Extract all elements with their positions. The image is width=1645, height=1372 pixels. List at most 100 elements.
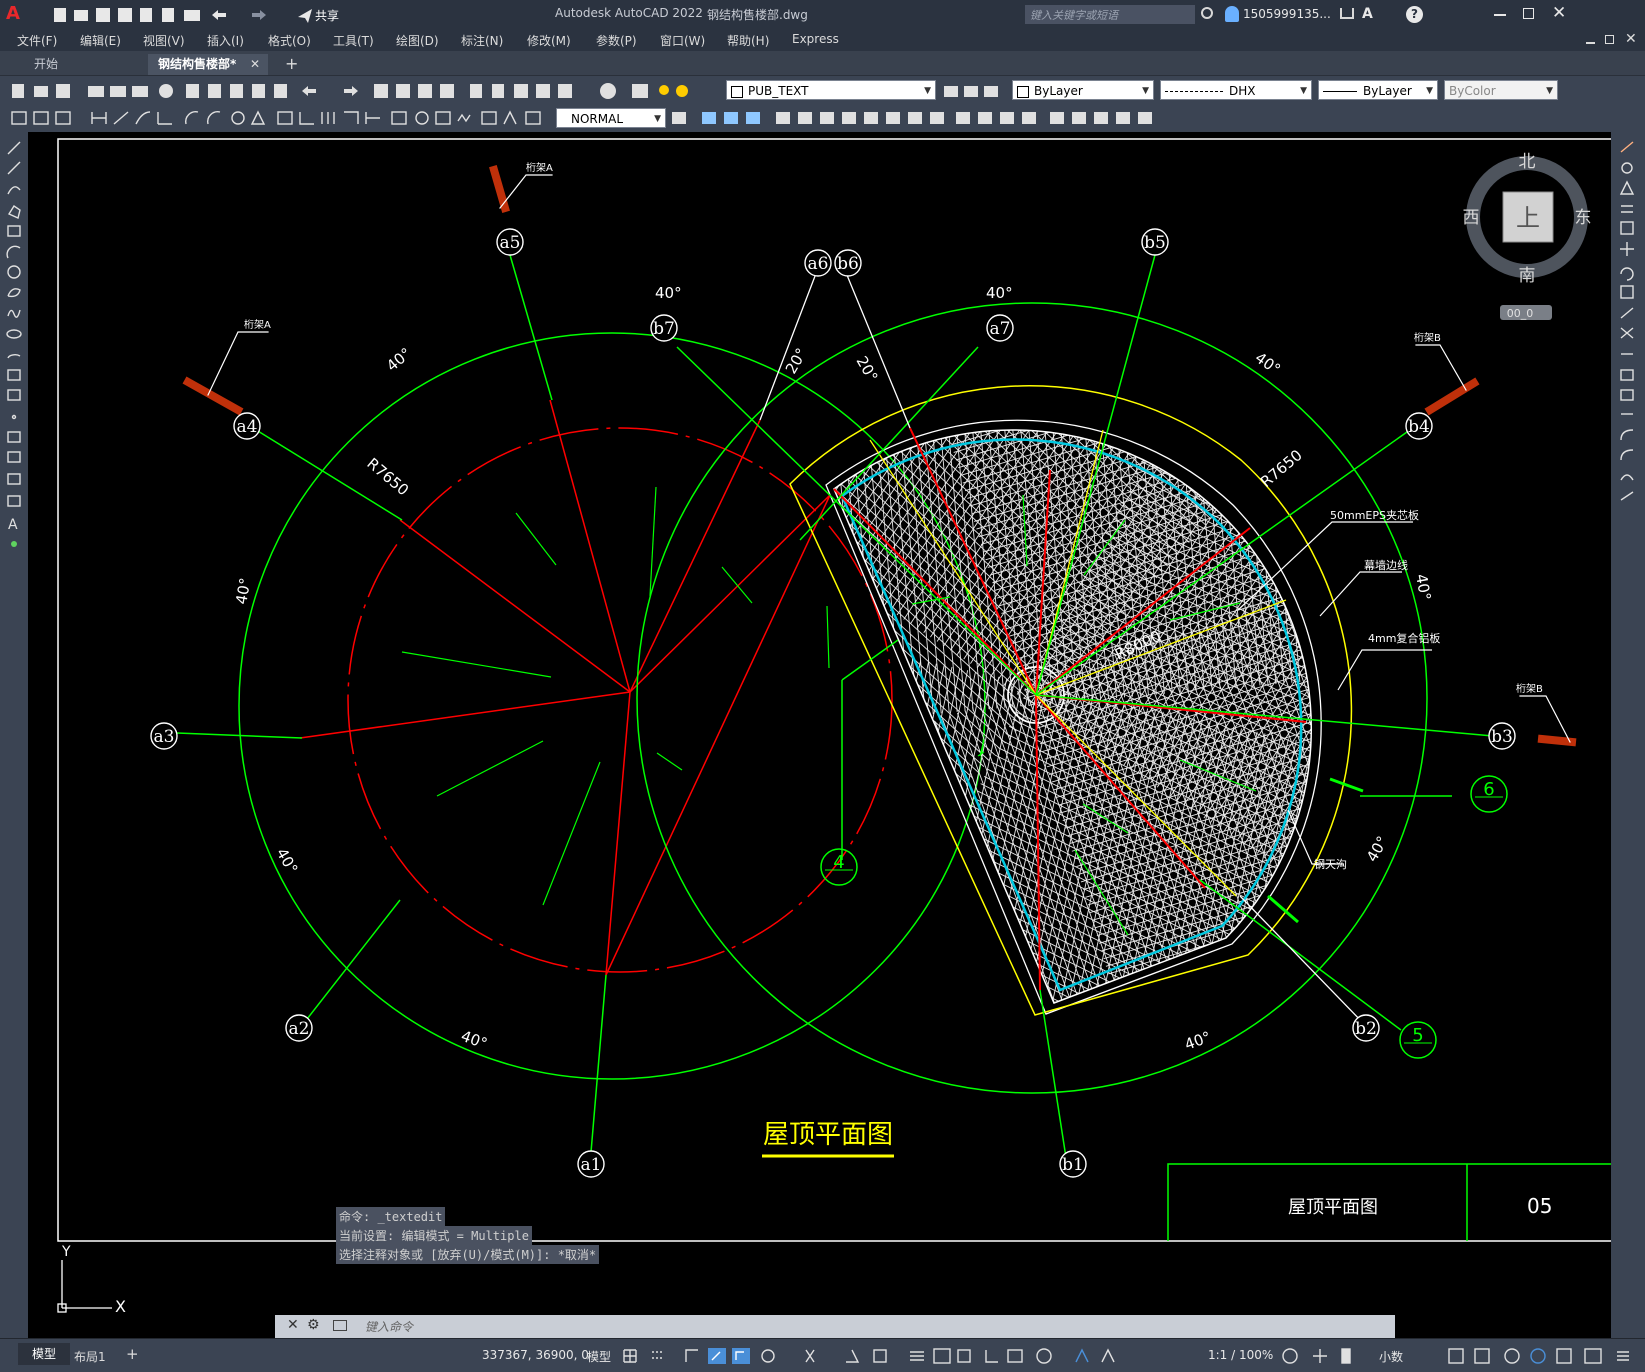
menu-help[interactable]: 帮助(H) xyxy=(727,32,769,49)
hatch-line xyxy=(887,969,1220,1004)
tab-model[interactable]: 模型 xyxy=(18,1343,70,1365)
drawing-svg[interactable]: 屋顶平面图 05 40° 40° 40° 40° 40° 40° 40° 40°… xyxy=(28,132,1611,1338)
menu-modify[interactable]: 修改(M) xyxy=(527,32,571,49)
customize-icon[interactable]: ⚙ xyxy=(307,1317,320,1333)
hatch-line xyxy=(834,764,942,1004)
standard-toolbar-icons[interactable] xyxy=(10,82,690,100)
modify-toolbar-icons[interactable] xyxy=(670,109,1160,127)
menu-view[interactable]: 视图(V) xyxy=(143,32,185,49)
coordinates-readout: 337367, 36900, 0 xyxy=(482,1348,589,1362)
minimize-button[interactable] xyxy=(1494,14,1506,16)
draw-toolbar-icons[interactable]: A xyxy=(0,132,28,582)
close-tab-icon[interactable]: ✕ xyxy=(250,54,260,75)
drawing-canvas[interactable]: 屋顶平面图 05 40° 40° 40° 40° 40° 40° 40° 40°… xyxy=(28,132,1611,1338)
command-input[interactable]: 键入命令 xyxy=(365,1318,413,1335)
auto-scale-icon xyxy=(1101,1348,1115,1363)
user-icon[interactable] xyxy=(1225,6,1239,22)
search-icon[interactable] xyxy=(1201,7,1213,19)
tab-layout1[interactable]: 布局1 xyxy=(74,1348,106,1365)
dimension-toolbar-icons[interactable] xyxy=(10,109,550,127)
quick-properties-icon xyxy=(1448,1348,1464,1364)
spline-icon xyxy=(7,309,21,318)
hatch-line xyxy=(844,753,972,1004)
hatch-line xyxy=(679,625,756,987)
space-toggle[interactable]: 模型 xyxy=(587,1348,611,1365)
help-icon[interactable]: ? xyxy=(1406,6,1423,23)
linetype-value: DHX xyxy=(1229,84,1256,98)
tab-start[interactable]: 开始 xyxy=(24,54,144,75)
autocad-logo-icon[interactable]: A xyxy=(6,3,32,25)
hatch-line xyxy=(958,429,1312,469)
tab-model-label: 模型 xyxy=(31,1347,56,1361)
layer-combo[interactable]: PUB_TEXT ▼ xyxy=(726,80,936,100)
viewcube[interactable] xyxy=(1466,156,1588,320)
axis-bubble-b2: b2 xyxy=(1352,1014,1380,1042)
menu-draw[interactable]: 绘图(D) xyxy=(396,32,439,49)
doc-restore-button[interactable] xyxy=(1605,35,1614,44)
hatch-line xyxy=(1024,584,1312,691)
tab-drawing[interactable]: 钢结构售楼部* ✕ xyxy=(148,54,268,75)
detail-marks: 4 5 6 xyxy=(820,775,1508,1059)
hatch-line xyxy=(686,364,718,733)
hatch-line xyxy=(938,294,1293,399)
workspace-tools[interactable] xyxy=(1280,1346,1360,1366)
textstyle-combo[interactable]: NORMAL ▼ xyxy=(556,108,666,128)
annotation-scale[interactable]: 1:1 / 100% xyxy=(1208,1348,1273,1362)
menu-parametric[interactable]: 参数(P) xyxy=(596,32,637,49)
autodesk-a360-icon[interactable]: A xyxy=(1362,6,1378,22)
lineweight-combo[interactable]: ByLayer ▼ xyxy=(1318,80,1438,100)
doc-close-button[interactable]: ✕ xyxy=(1625,31,1637,47)
cart-icon[interactable] xyxy=(1340,8,1354,19)
hatch-line xyxy=(834,640,871,891)
doc-minimize-button[interactable] xyxy=(1586,42,1595,44)
new-layout-button[interactable]: + xyxy=(126,1345,139,1363)
hatch-line xyxy=(797,354,829,723)
note-labels: 50mmEPS夹芯板 幕墙边线 4mm复合铝板 钢天沟 xyxy=(1314,508,1440,871)
hatch-line xyxy=(687,627,764,989)
menu-dimension[interactable]: 标注(N) xyxy=(461,32,503,49)
menu-tools[interactable]: 工具(T) xyxy=(333,32,374,49)
plot-icon xyxy=(184,10,200,21)
linetype-combo[interactable]: DHX ▼ xyxy=(1160,80,1312,100)
file-tabs: 开始 钢结构售楼部* ✕ + xyxy=(0,51,1645,75)
hatch-line xyxy=(976,688,1055,1004)
menu-express[interactable]: Express xyxy=(792,32,839,46)
maximize-button[interactable] xyxy=(1523,8,1534,19)
menu-edit[interactable]: 编辑(E) xyxy=(80,32,121,49)
axis-a6: a6 xyxy=(808,254,829,274)
transparency-icon xyxy=(873,1349,887,1363)
user-name[interactable]: 1505999135... xyxy=(1243,7,1331,21)
hatch-line xyxy=(834,569,936,821)
modify-side-icons[interactable] xyxy=(1611,132,1645,522)
layer-tools-icons[interactable] xyxy=(942,82,1002,100)
color-combo[interactable]: ByLayer ▼ xyxy=(1012,80,1154,100)
new-tab-button[interactable]: + xyxy=(285,54,298,73)
truss-a-label: 桁架A xyxy=(244,318,271,331)
angle-label: 40° xyxy=(232,576,254,605)
hatch-line xyxy=(664,622,741,984)
app-title: Autodesk AutoCAD 2022 xyxy=(555,6,703,20)
share-icon xyxy=(298,9,312,23)
hatch-line xyxy=(1265,749,1312,1004)
menu-file[interactable]: 文件(F) xyxy=(17,32,57,49)
menu-format[interactable]: 格式(O) xyxy=(268,32,311,49)
lineweight-sample xyxy=(1323,91,1357,92)
hatch-line xyxy=(941,718,1070,1004)
share-label[interactable]: 共享 xyxy=(315,7,339,24)
menu-insert[interactable]: 插入(I) xyxy=(207,32,244,49)
tab-start-label: 开始 xyxy=(34,57,59,71)
status-right-tools[interactable] xyxy=(1445,1346,1645,1366)
chevron-down-icon: ▼ xyxy=(654,114,661,124)
menu-window[interactable]: 窗口(W) xyxy=(660,32,705,49)
plotstyle-combo[interactable]: ByColor ▼ xyxy=(1444,80,1558,100)
angle-label: 40° xyxy=(1252,349,1284,379)
close-icon[interactable]: ✕ xyxy=(287,1317,299,1333)
units-display[interactable]: 小数 xyxy=(1379,1348,1403,1365)
hatch-line xyxy=(1291,429,1312,680)
close-button[interactable]: ✕ xyxy=(1552,5,1568,22)
quick-access-icons[interactable] xyxy=(52,5,352,25)
axis-bubble-a6: a6 xyxy=(804,249,832,277)
command-prompt-icon[interactable] xyxy=(333,1320,347,1331)
tab-drawing-label: 钢结构售楼部* xyxy=(158,57,237,71)
hatch-line xyxy=(834,656,906,1004)
